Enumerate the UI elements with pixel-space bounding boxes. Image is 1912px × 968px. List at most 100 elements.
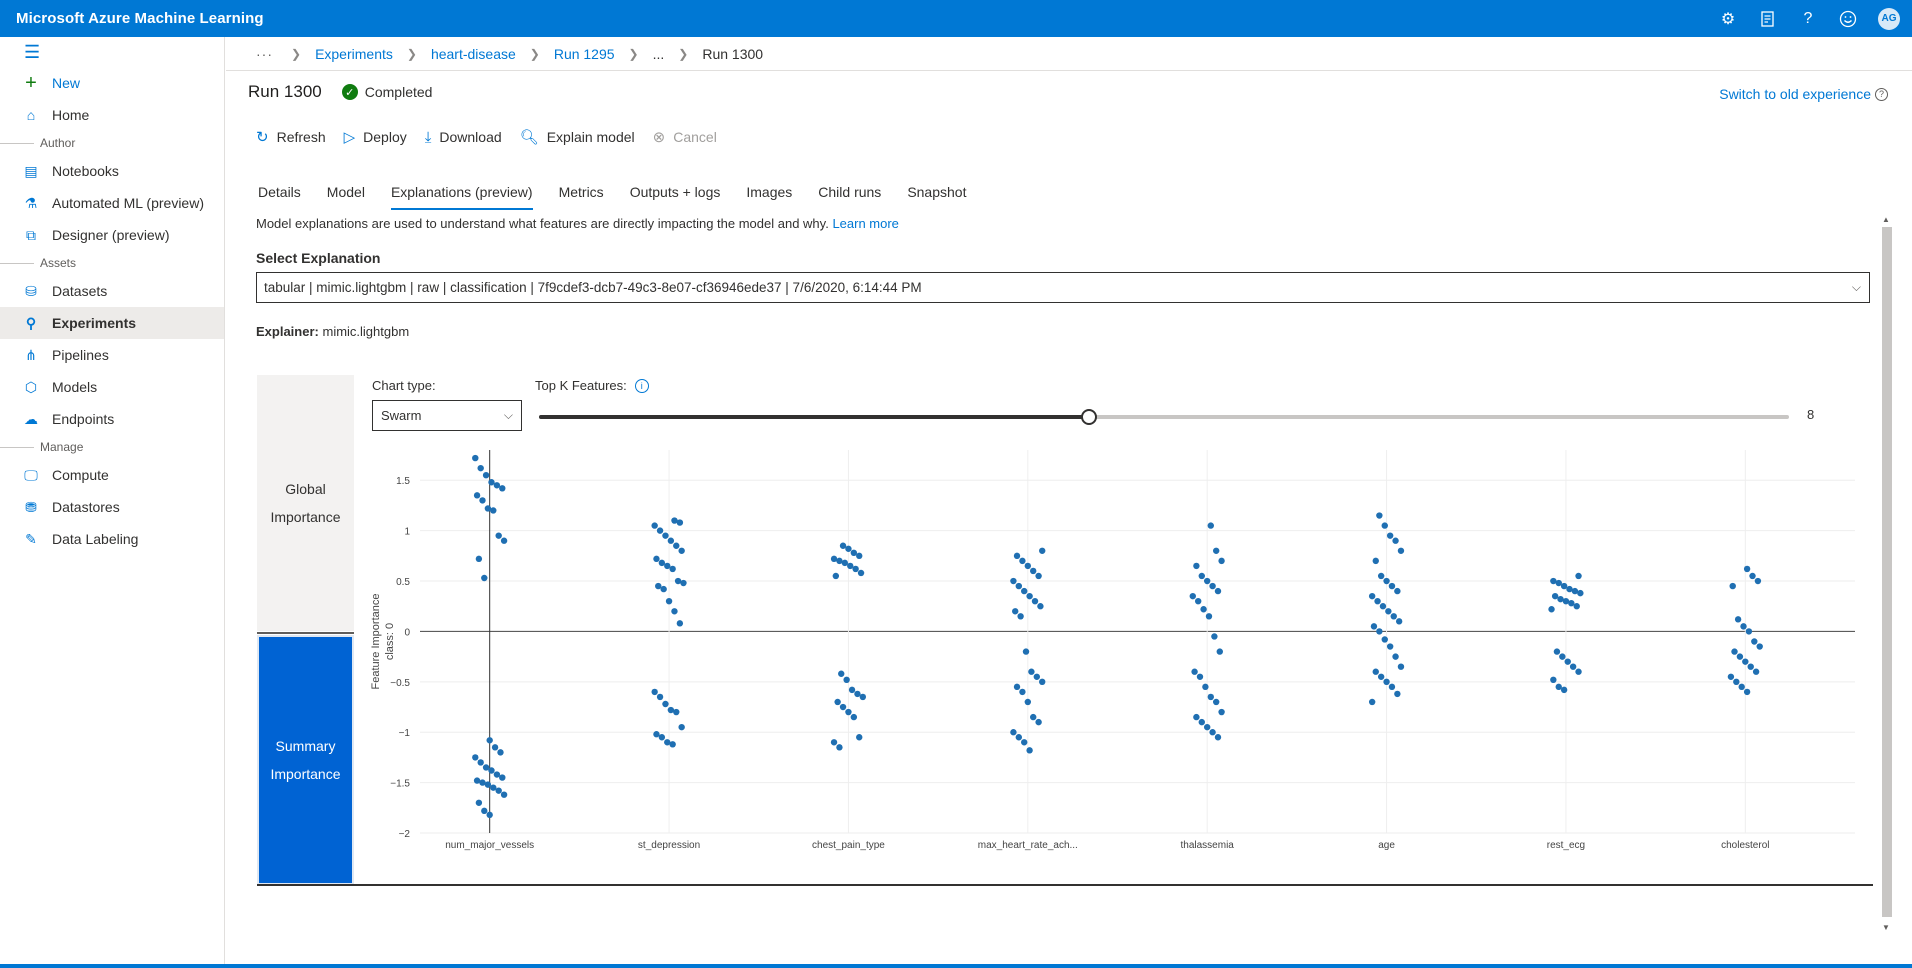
sidebar-item-new[interactable]: + New [0,67,224,99]
data-point [1035,718,1042,726]
breadcrumb-ellipsis[interactable]: ... [653,46,665,62]
sidebar-item-models[interactable]: ⬡ Models [0,371,224,403]
gear-icon[interactable]: ⚙ [1718,9,1738,29]
tab-model[interactable]: Model [327,184,379,210]
data-point [658,734,666,741]
data-point [1010,577,1017,585]
data-point [1381,636,1388,643]
data-point [1026,592,1033,600]
scrollbar[interactable]: ▲ ▼ [1880,215,1892,935]
tab-outputs-logs[interactable]: Outputs + logs [630,184,735,210]
top-actions: ⚙ ? AG [1718,0,1900,37]
data-point [1388,683,1396,691]
tab-metrics[interactable]: Metrics [559,184,618,210]
sidebar-item-home[interactable]: ⌂ Home [0,99,224,131]
avatar[interactable]: AG [1878,7,1900,30]
tab-snapshot[interactable]: Snapshot [907,184,980,210]
data-point [1028,668,1035,675]
data-point [488,479,495,486]
data-point [665,597,673,605]
data-point [493,771,501,778]
data-point [1024,698,1032,706]
data-point [1194,597,1202,605]
tab-details[interactable]: Details [258,184,315,210]
breadcrumb-run-1295[interactable]: Run 1295 [554,46,615,62]
chart-type-dropdown[interactable]: Swarm ⌵ [372,400,522,431]
data-point [1203,723,1211,731]
breadcrumb-heart-disease[interactable]: heart-disease [431,46,516,62]
sidebar-item-designer[interactable]: ⧉ Designer (preview) [0,219,224,251]
data-point [1736,653,1744,660]
scroll-down-icon[interactable]: ▼ [1882,923,1890,932]
data-point [655,582,662,590]
hamburger-menu-icon[interactable]: ☰ [0,37,224,67]
data-point [1035,572,1042,580]
breadcrumb-current: Run 1300 [702,45,764,62]
global-importance-tab[interactable]: Global Importance [257,375,354,631]
tab-images[interactable]: Images [746,184,806,210]
data-point [499,774,506,781]
chevron-down-icon: ⌵ [503,408,513,422]
tab-explanations[interactable]: Explanations (preview) [390,184,547,210]
refresh-button[interactable]: ↻ Refresh [256,128,326,146]
sidebar-item-datastores[interactable]: ⛃ Datastores [0,491,224,523]
sidebar-item-compute[interactable]: 🖵 Compute [0,459,224,491]
scrollbar-thumb[interactable] [1882,227,1892,917]
data-point [1214,587,1222,595]
sidebar-item-endpoints[interactable]: ☁ Endpoints [0,403,224,435]
slider-handle[interactable] [1081,409,1097,425]
x-tick-label: num_major_vessels [445,840,534,851]
explanation-dropdown[interactable]: tabular | mimic.lightgbm | raw | classif… [256,272,1870,303]
data-point [481,807,488,815]
sidebar-item-automated-ml[interactable]: ⚗ Automated ML (preview) [0,187,224,219]
scroll-up-icon[interactable]: ▲ [1882,215,1890,224]
data-point [477,464,484,472]
summary-importance-tab[interactable]: Summary Importance [257,635,354,885]
feedback-icon[interactable] [1758,9,1778,29]
tab-child-runs[interactable]: Child runs [818,184,895,210]
breadcrumb-overflow[interactable]: ··· [256,46,273,62]
data-point [1368,592,1376,600]
explain-model-button[interactable]: 🔍︎ Explain model [520,128,635,146]
sidebar-item-experiments[interactable]: ⚲ Experiments [0,307,224,339]
data-point [1395,618,1403,625]
slider-fill [539,415,1089,419]
data-point [1205,613,1213,620]
data-point [1569,663,1577,670]
topk-slider[interactable] [539,409,1789,425]
data-point [1021,587,1028,595]
sidebar-item-datasets[interactable]: ⛁ Datasets [0,275,224,307]
automl-icon: ⚗ [24,194,38,211]
info-icon[interactable]: i [634,378,649,393]
deploy-button[interactable]: ▷ Deploy [344,128,407,146]
breadcrumb-experiments[interactable]: Experiments [315,46,393,62]
data-point [1202,683,1209,691]
data-point [1727,673,1735,680]
sidebar-item-data-labeling[interactable]: ✎ Data Labeling [0,523,224,555]
data-point [651,688,658,696]
data-point [848,686,856,694]
data-point [1394,690,1401,698]
data-point [857,569,865,577]
data-point [656,527,664,534]
data-point [472,454,479,462]
switch-experience-link[interactable]: Switch to old experience ? [1719,86,1888,102]
help-icon[interactable]: ? [1798,9,1818,29]
data-point [839,542,847,549]
data-point [1015,734,1023,741]
data-point [854,690,861,698]
data-point [1756,643,1763,650]
data-point [1200,606,1207,613]
smiley-icon[interactable] [1838,9,1858,29]
data-point [1386,532,1394,539]
data-point [1745,628,1753,635]
magnifier-icon: 🔍︎ [519,129,539,146]
cancel-button[interactable]: ⊗ Cancel [653,128,717,146]
sidebar-item-pipelines[interactable]: ⋔ Pipelines [0,339,224,371]
data-point [1216,648,1223,655]
download-button[interactable]: ⤓ Download [425,129,502,146]
x-tick-label: cholesterol [1721,840,1769,851]
learn-more-link[interactable]: Learn more [832,216,898,231]
sidebar-item-notebooks[interactable]: ▤ Notebooks [0,155,224,187]
data-point [475,799,483,806]
